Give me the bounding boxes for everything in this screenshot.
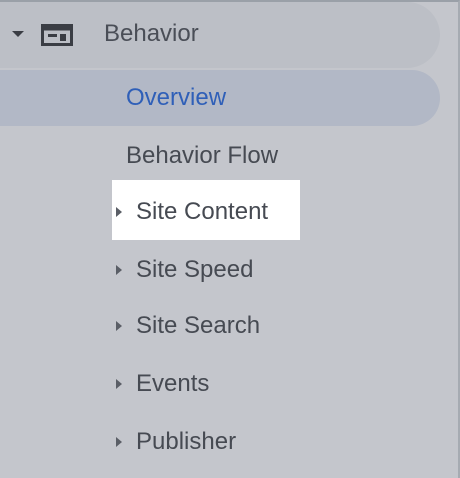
nav-item-overview-label: Overview bbox=[126, 84, 227, 111]
window-icon bbox=[41, 24, 73, 46]
nav-item-label: Events bbox=[136, 370, 210, 397]
nav-item-site-content[interactable]: Site Content bbox=[110, 194, 440, 230]
nav-item-events[interactable]: Events bbox=[110, 366, 440, 402]
nav-item-site-search[interactable]: Site Search bbox=[110, 308, 440, 344]
nav-item-publisher[interactable]: Publisher bbox=[110, 424, 440, 460]
caret-right-icon[interactable] bbox=[116, 207, 122, 217]
caret-down-icon[interactable] bbox=[12, 31, 24, 37]
caret-right-icon[interactable] bbox=[116, 321, 122, 331]
nav-item-behavior-flow[interactable]: Behavior Flow bbox=[126, 142, 278, 170]
caret-right-icon[interactable] bbox=[116, 265, 122, 275]
caret-right-icon[interactable] bbox=[116, 437, 122, 447]
nav-item-label: Site Content bbox=[136, 198, 269, 225]
nav-item-label: Site Search bbox=[136, 312, 261, 339]
nav-item-label: Site Speed bbox=[136, 256, 254, 283]
nav-section-label: Behavior bbox=[104, 20, 199, 47]
nav-item-label: Publisher bbox=[136, 428, 237, 455]
nav-item-site-speed[interactable]: Site Speed bbox=[110, 252, 440, 288]
caret-right-icon[interactable] bbox=[116, 379, 122, 389]
